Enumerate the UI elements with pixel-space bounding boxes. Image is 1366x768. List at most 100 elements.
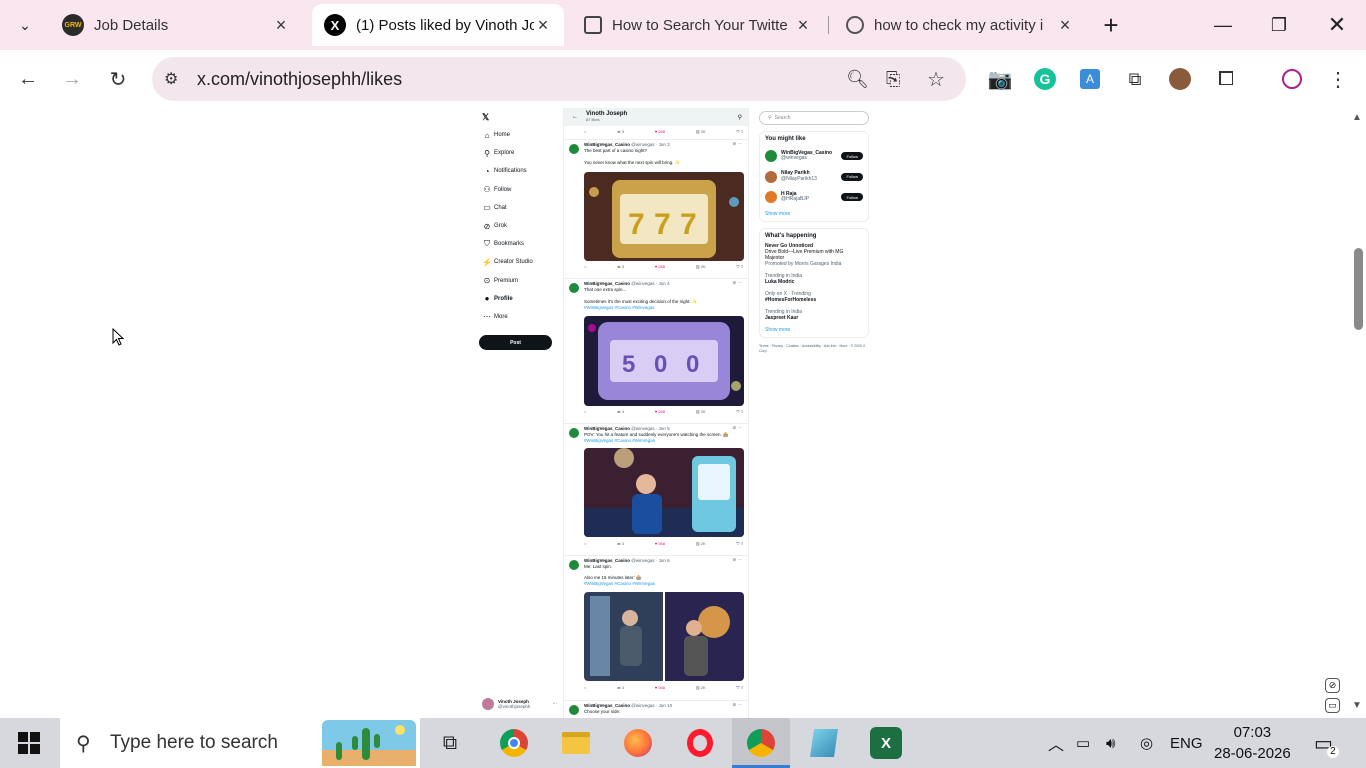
tab-search-twitter[interactable]: How to Search Your Twitte × bbox=[572, 4, 824, 46]
excel-icon[interactable]: X bbox=[870, 727, 902, 759]
camera-icon[interactable]: 📷 bbox=[986, 65, 1014, 93]
bookmark-star-icon[interactable]: ☆ bbox=[927, 67, 945, 92]
suggested-account[interactable]: Nilay Parikh @NilayParikh13 Follow bbox=[765, 167, 863, 188]
tweet-image[interactable]: 7 7 7 bbox=[584, 172, 744, 261]
tweet-author[interactable]: WinBigVegas_Casino @winvegas · Jun 6 bbox=[584, 558, 670, 563]
tweet-author[interactable]: WinBigVegas_Casino @winvegas · Jun 3 bbox=[584, 142, 670, 147]
show-hidden-icons[interactable]: ︿ bbox=[1048, 718, 1064, 768]
bookmark-share-icon[interactable]: ⛉ ⇪ bbox=[736, 264, 743, 269]
trend-item[interactable]: Only on X · Trending #HomesForHomeless bbox=[765, 291, 863, 303]
back-icon[interactable]: ← bbox=[14, 65, 42, 93]
views-button[interactable]: ▥ 2K bbox=[696, 264, 706, 269]
x-logo-icon[interactable]: 𝕏 bbox=[482, 112, 489, 123]
nav-grok[interactable]: ⊘ Grok bbox=[480, 217, 560, 235]
scroll-down-icon[interactable]: ▼ bbox=[1352, 700, 1362, 711]
like-button[interactable]: ♥ 268 bbox=[655, 264, 665, 269]
like-button[interactable]: ♥ 268 bbox=[655, 129, 665, 134]
new-tab-button[interactable]: + bbox=[1082, 0, 1140, 50]
close-icon[interactable]: × bbox=[1056, 15, 1074, 36]
tweet[interactable]: WinBigVegas_Casino @winvegas · Jun 4 ⊘ ⋯… bbox=[564, 279, 748, 424]
close-icon[interactable]: × bbox=[272, 15, 290, 36]
views-button[interactable]: ▥ 2K bbox=[696, 409, 706, 414]
scrollbar-thumb[interactable] bbox=[1354, 248, 1363, 330]
trend-item[interactable]: Trending in India Luka Modric bbox=[765, 273, 863, 285]
close-icon[interactable]: × bbox=[794, 15, 812, 36]
follow-button[interactable]: Follow bbox=[841, 172, 863, 181]
firefox-icon[interactable] bbox=[622, 727, 654, 759]
x-search-input[interactable]: ⚲ Search bbox=[759, 111, 869, 125]
grok-more-icon[interactable]: ⊘ ⋯ bbox=[732, 702, 742, 708]
site-info-icon[interactable]: ⚙ bbox=[164, 69, 178, 89]
install-icon[interactable]: ⎘ bbox=[886, 69, 900, 90]
clock[interactable]: 07:03 28-06-2026 bbox=[1214, 718, 1291, 768]
menu-icon[interactable]: ⋮ bbox=[1324, 65, 1352, 93]
bookmark-share-icon[interactable]: ⛉ ⇪ bbox=[736, 541, 743, 546]
nav-follow[interactable]: ⚇ Follow bbox=[480, 181, 560, 199]
nav-more[interactable]: ⋯ More bbox=[480, 308, 560, 326]
tab-manager-icon[interactable]: ⧉ bbox=[1121, 65, 1149, 93]
reply-icon[interactable]: ○ bbox=[584, 264, 586, 269]
grok-more-icon[interactable]: ⊘ ⋯ bbox=[732, 557, 742, 563]
nav-profile[interactable]: ● Profile bbox=[480, 290, 560, 308]
profile-icon[interactable] bbox=[1278, 65, 1306, 93]
minimize-button[interactable]: — bbox=[1194, 0, 1252, 50]
views-button[interactable]: ▥ 2K bbox=[696, 541, 706, 546]
account-switcher[interactable]: Vinoth Joseph @vinothjosephh ⋯ bbox=[482, 696, 557, 712]
nav-explore[interactable]: ⚲ Explore bbox=[480, 144, 560, 162]
restore-button[interactable]: ❐ bbox=[1250, 0, 1308, 50]
volume-icon[interactable]: 🔊︎ bbox=[1106, 718, 1115, 768]
reply-icon[interactable]: ○ bbox=[584, 685, 586, 690]
suggested-account[interactable]: WinBigVegas_Casino @winvegas Follow bbox=[765, 146, 863, 167]
grok-more-icon[interactable]: ⊘ ⋯ bbox=[732, 425, 742, 431]
like-button[interactable]: ♥ 268 bbox=[655, 409, 665, 414]
address-bar[interactable]: ⚙ x.com/vinothjosephh/likes 🔍︎ ⎘ ☆ bbox=[152, 57, 966, 101]
nav-notifications[interactable]: ◔ Notifications bbox=[480, 162, 560, 180]
tab-x-likes[interactable]: X (1) Posts liked by Vinoth Jo × bbox=[312, 4, 564, 46]
tab-search-button[interactable]: ⌄ bbox=[0, 0, 50, 50]
tweet-author[interactable]: WinBigVegas_Casino @winvegas · Jun 10 bbox=[584, 703, 672, 708]
more-icon[interactable]: ⋯ bbox=[553, 701, 558, 707]
chat-floating-icon[interactable]: ▭ bbox=[1325, 698, 1340, 713]
footer-links[interactable]: Terms · Privacy · Cookies · Accessibilit… bbox=[759, 344, 869, 354]
trend-item[interactable]: Trending in India Jaspreet Kaur bbox=[765, 309, 863, 321]
battery-icon[interactable]: ▭ bbox=[1076, 718, 1090, 768]
retweet-button[interactable]: ⇄ 3 bbox=[617, 129, 624, 134]
retweet-button[interactable]: ⇄ 3 bbox=[617, 685, 624, 690]
views-button[interactable]: ▥ 2K bbox=[696, 129, 706, 134]
tweet-hashtags[interactable]: #WinBigVegas #Casino #WinVegas bbox=[584, 438, 744, 444]
taskbar-active-app[interactable] bbox=[732, 718, 790, 768]
notepad-icon[interactable] bbox=[808, 727, 840, 759]
opera-icon[interactable] bbox=[684, 727, 716, 759]
bookmark-share-icon[interactable]: ⛉ ⇪ bbox=[736, 129, 743, 134]
nav-home[interactable]: ⌂ Home bbox=[480, 126, 560, 144]
task-view-icon[interactable]: ⧉ bbox=[434, 727, 466, 759]
bookmark-share-icon[interactable]: ⛉ ⇪ bbox=[736, 409, 743, 414]
cookie-icon[interactable] bbox=[1166, 65, 1194, 93]
grok-floating-icon[interactable]: ⊘ bbox=[1325, 678, 1340, 693]
nav-creator-studio[interactable]: ⚡ Creator Studio bbox=[480, 253, 560, 271]
tweet-image[interactable] bbox=[584, 592, 744, 681]
tweet[interactable]: WinBigVegas_Casino @winvegas · Jun 10 ⊘ … bbox=[564, 701, 748, 718]
suggested-account[interactable]: H Raja @HRajaBJP Follow bbox=[765, 187, 863, 208]
nav-bookmarks[interactable]: ⛉ Bookmarks bbox=[480, 235, 560, 253]
extensions-icon[interactable]: ⧠ bbox=[1212, 65, 1240, 93]
tweet-image[interactable] bbox=[584, 448, 744, 537]
nav-chat[interactable]: ▭ Chat bbox=[480, 199, 560, 217]
close-window-button[interactable]: ✕ bbox=[1308, 0, 1366, 50]
tab-activity[interactable]: how to check my activity i × bbox=[834, 4, 1086, 46]
url-text[interactable]: x.com/vinothjosephh/likes bbox=[197, 69, 402, 90]
chrome-taskbar-icon[interactable] bbox=[498, 727, 530, 759]
show-more-link[interactable]: Show more bbox=[765, 211, 863, 217]
tab-job-details[interactable]: GRW Job Details × bbox=[50, 4, 302, 46]
tweet-author[interactable]: WinBigVegas_Casino @winvegas · Jun 5 bbox=[584, 426, 670, 431]
post-button[interactable]: Post bbox=[479, 335, 552, 350]
trend-item[interactable]: Never Go Unnoticed Drive Bold—Live Premi… bbox=[765, 243, 863, 267]
close-icon[interactable]: × bbox=[534, 15, 552, 36]
file-explorer-icon[interactable] bbox=[560, 727, 592, 759]
like-button[interactable]: ♥ 268 bbox=[655, 685, 665, 690]
retweet-button[interactable]: ⇄ 3 bbox=[617, 264, 624, 269]
language-indicator[interactable]: ENG bbox=[1170, 718, 1203, 768]
reload-icon[interactable]: ↻ bbox=[104, 65, 132, 93]
taskbar-search-input[interactable]: ⚲ Type here to search bbox=[60, 718, 420, 768]
follow-button[interactable]: Follow bbox=[841, 193, 863, 202]
